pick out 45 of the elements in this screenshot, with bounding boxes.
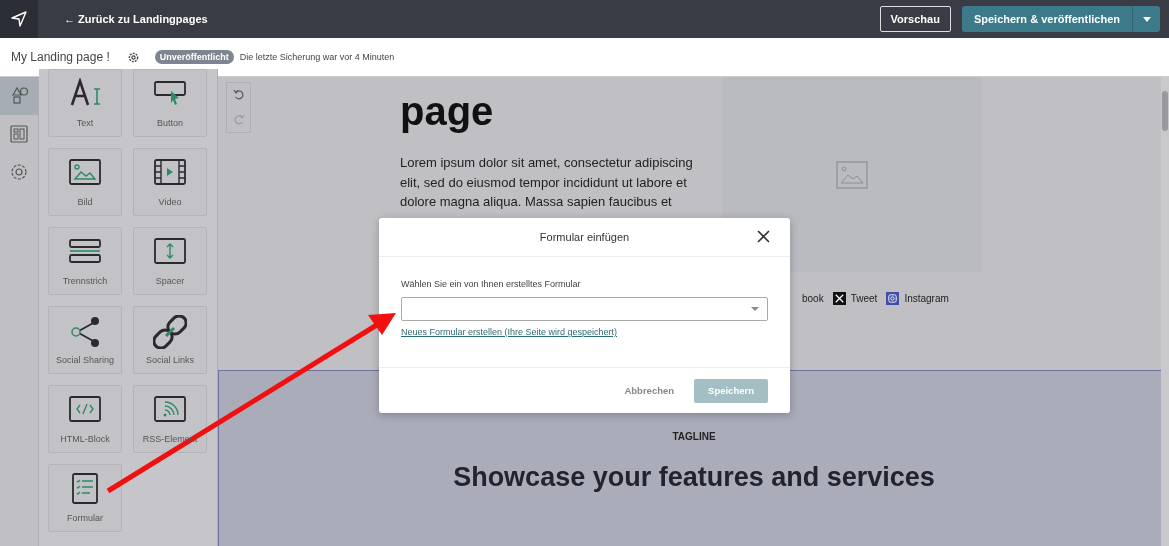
element-tile[interactable]: Social Sharing: [48, 306, 122, 374]
hero-paragraph: Lorem ipsum dolor sit amet, consectetur adipiscing elit, sed do eiusmod tempor incididunt ut labore et dolore magna aliqua. Massa sapien faucibus et: [400, 154, 694, 211]
dialog-title: Formular einfügen: [539, 231, 630, 243]
social-link[interactable]: book: [802, 293, 824, 304]
field-label: Wählen Sie ein von Ihnen erstelltes Formular: [401, 279, 582, 289]
sidebar-tab[interactable]: [0, 77, 38, 115]
caret-icon: [751, 307, 759, 311]
element-tile[interactable]: Formular: [48, 464, 122, 532]
x-logo-icon: [832, 292, 846, 305]
settings-icon[interactable]: [127, 51, 139, 63]
dropdown-caret-button[interactable]: [1132, 6, 1160, 32]
element-tile[interactable]: HTML-Block: [48, 385, 122, 453]
back-link[interactable]: ← Zurück zu Landingpages: [64, 13, 208, 25]
redo-icon[interactable]: [232, 113, 245, 126]
element-tile[interactable]: Trennstrich: [48, 227, 122, 295]
shapes-icon: [9, 86, 29, 106]
cancel-button[interactable]: Abbrechen: [624, 385, 675, 396]
preview-button[interactable]: Vorschau: [879, 6, 951, 32]
link-icon: [153, 315, 187, 349]
social-link[interactable]: Instagram: [904, 293, 949, 304]
element-tile[interactable]: Bild: [48, 148, 122, 216]
save-info: Die letzte Sicherung war vor 4 Minuten: [239, 52, 395, 62]
caret-icon: [1142, 16, 1151, 22]
instagram-icon: [886, 292, 900, 305]
element-tile[interactable]: Button: [133, 69, 207, 137]
publish-button[interactable]: Speichern & veröffentlichen: [961, 6, 1132, 32]
close-icon[interactable]: [757, 230, 770, 243]
element-tile[interactable]: Text: [48, 69, 122, 137]
settings-icon: [9, 162, 29, 182]
social-link[interactable]: Tweet: [850, 293, 878, 304]
page-title: My Landing page !: [11, 50, 110, 64]
section-heading: Showcase your features and services: [453, 462, 935, 493]
scrollbar[interactable]: [1161, 77, 1169, 546]
status-badge: Unveröffentlicht: [154, 50, 234, 64]
hero-heading: page: [400, 88, 495, 135]
create-form-link[interactable]: Neues Formular erstellen (Ihre Seite wird gespeichert): [401, 327, 618, 337]
element-tile[interactable]: Spacer: [133, 227, 207, 295]
app-logo[interactable]: [0, 0, 38, 38]
undo-icon[interactable]: [232, 89, 245, 102]
form-select[interactable]: [401, 297, 768, 321]
tagline: TAGLINE: [672, 431, 716, 442]
element-tile[interactable]: Video: [133, 148, 207, 216]
layout-icon: [9, 124, 29, 144]
share-icon: [68, 315, 102, 349]
element-tile[interactable]: Social Links: [133, 306, 207, 374]
